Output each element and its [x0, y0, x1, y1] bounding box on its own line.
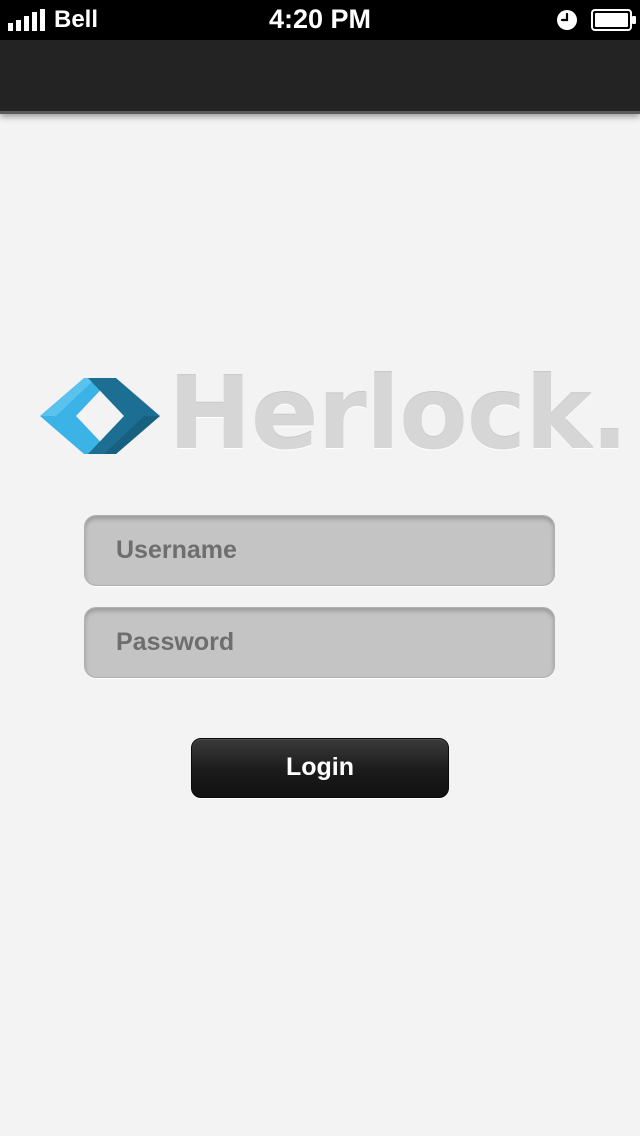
logo-wordmark: Herlock.: [168, 355, 629, 472]
app-logo: Herlock.: [38, 364, 629, 464]
alarm-clock-icon: [557, 10, 577, 30]
status-time: 4:20 PM: [268, 4, 372, 34]
username-field-container: [84, 515, 555, 586]
login-button[interactable]: Login: [191, 738, 449, 798]
password-input[interactable]: [85, 608, 554, 677]
herlock-logo-mark-icon: [40, 378, 160, 454]
username-input[interactable]: [85, 516, 554, 585]
battery-icon: [591, 9, 636, 31]
password-field-container: [84, 607, 555, 678]
status-bar: Bell 4:20 PM: [0, 0, 640, 40]
nav-bar: [0, 40, 640, 114]
